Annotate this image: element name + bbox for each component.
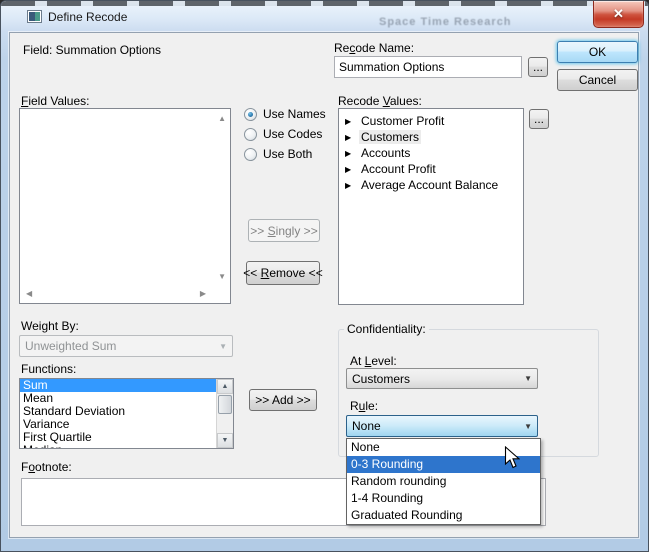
window-title: Define Recode — [48, 10, 127, 24]
singly-button[interactable]: >> Singly >> — [248, 219, 320, 242]
radio-selected-icon — [244, 108, 257, 121]
add-button[interactable]: >> Add >> — [249, 389, 317, 411]
cancel-button[interactable]: Cancel — [557, 69, 638, 91]
use-both-label: Use Both — [263, 147, 312, 161]
recode-name-input[interactable] — [334, 56, 522, 78]
recode-values-tree[interactable]: ▶Customer Profit ▶Customers ▶Accounts ▶A… — [338, 108, 524, 305]
tree-item[interactable]: ▶Average Account Balance — [339, 177, 523, 193]
use-codes-radio[interactable]: Use Codes — [244, 127, 322, 141]
background-window-text: Space Time Research — [379, 16, 512, 28]
radio-unselected-icon — [244, 128, 257, 141]
scroll-right-icon[interactable]: ▶ — [200, 290, 206, 298]
use-names-radio[interactable]: Use Names — [244, 107, 326, 121]
mouse-cursor — [504, 446, 520, 469]
close-button[interactable]: ✕ — [593, 1, 644, 28]
recode-values-label: Recode Values: — [338, 94, 422, 108]
combo-arrow-icon: ▼ — [219, 342, 227, 351]
scroll-down-icon[interactable]: ▼ — [217, 433, 233, 448]
rule-combo[interactable]: None ▼ — [346, 415, 538, 437]
confidentiality-label: Confidentiality: — [344, 322, 429, 336]
use-names-label: Use Names — [263, 107, 326, 121]
dropdown-option[interactable]: Graduated Rounding — [347, 507, 540, 524]
recode-name-browse-button[interactable]: ... — [528, 57, 548, 77]
rule-label: Rule: — [350, 399, 378, 413]
weight-by-label: Weight By: — [21, 319, 79, 333]
weight-by-combo[interactable]: Unweighted Sum ▼ — [19, 335, 233, 357]
at-level-combo[interactable]: Customers ▼ — [346, 368, 538, 389]
tree-item[interactable]: ▶Customer Profit — [339, 113, 523, 129]
scroll-up-icon[interactable]: ▲ — [217, 379, 233, 394]
use-both-radio[interactable]: Use Both — [244, 147, 312, 161]
tree-expand-icon[interactable]: ▶ — [345, 149, 355, 158]
tree-expand-icon[interactable]: ▶ — [345, 117, 355, 126]
scroll-up-icon[interactable]: ▲ — [218, 115, 226, 123]
scroll-down-icon[interactable]: ▼ — [218, 273, 226, 281]
scroll-left-icon[interactable]: ◀ — [26, 290, 32, 298]
functions-list[interactable]: Sum Mean Standard Deviation Variance Fir… — [19, 378, 234, 449]
tree-item[interactable]: ▶Customers — [339, 129, 523, 145]
background-window-edge — [1, 1, 648, 6]
combo-arrow-icon: ▼ — [524, 422, 532, 431]
weight-by-value: Unweighted Sum — [25, 339, 116, 353]
functions-scrollbar[interactable]: ▲ ▼ — [216, 379, 233, 448]
field-info-label: Field: Summation Options — [23, 43, 161, 57]
dropdown-option[interactable]: Random rounding — [347, 473, 540, 490]
tree-expand-icon[interactable]: ▶ — [345, 165, 355, 174]
define-recode-dialog: Space Time Research Define Recode ✕ Fiel… — [0, 0, 649, 552]
dropdown-option[interactable]: 1-4 Rounding — [347, 490, 540, 507]
tree-expand-icon[interactable]: ▶ — [345, 181, 355, 190]
footnote-label: Footnote: — [21, 460, 72, 474]
recode-name-label: Recode Name: — [334, 41, 414, 55]
close-icon: ✕ — [613, 6, 624, 22]
scrollbar-thumb[interactable] — [218, 395, 232, 414]
remove-button[interactable]: << Remove << — [246, 261, 320, 285]
tree-item[interactable]: ▶Accounts — [339, 145, 523, 161]
field-values-list[interactable]: ▲ ▼ ◀ ▶ — [19, 108, 231, 304]
combo-arrow-icon: ▼ — [524, 374, 532, 383]
app-icon — [27, 10, 42, 23]
field-values-label: Field Values: — [21, 94, 90, 108]
at-level-label: At Level: — [350, 354, 397, 368]
function-item[interactable]: Median — [20, 444, 216, 449]
tree-expand-icon[interactable]: ▶ — [345, 133, 355, 142]
rule-value: None — [352, 419, 381, 433]
at-level-value: Customers — [352, 372, 410, 386]
ok-button[interactable]: OK — [557, 41, 638, 63]
functions-label: Functions: — [21, 362, 76, 376]
recode-values-browse-button[interactable]: ... — [529, 109, 549, 129]
tree-item[interactable]: ▶Account Profit — [339, 161, 523, 177]
use-codes-label: Use Codes — [263, 127, 322, 141]
radio-unselected-icon — [244, 148, 257, 161]
